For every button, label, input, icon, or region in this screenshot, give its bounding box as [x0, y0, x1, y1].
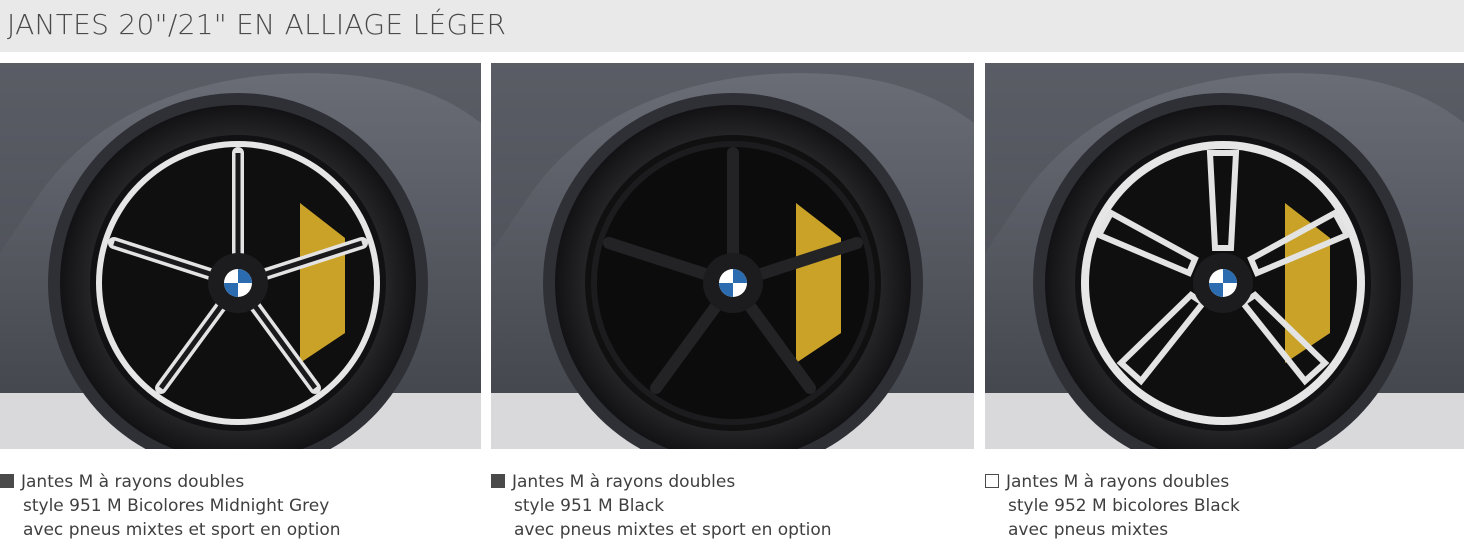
- section-header: JANTES 20"/21" EN ALLIAGE LÉGER: [0, 0, 1464, 52]
- option-caption-952-bicolor-black: Jantes M à rayons doubles style 952 M bi…: [985, 470, 1240, 542]
- option-caption-951-bicolor: Jantes M à rayons doubles style 951 M Bi…: [0, 470, 341, 542]
- standard-equipment-marker: [0, 474, 14, 488]
- caption-line-2: style 952 M bicolores Black: [1008, 496, 1240, 516]
- caption-line-2: style 951 M Bicolores Midnight Grey: [23, 496, 330, 516]
- wheel-image-952-bicolor-black: [985, 63, 1464, 449]
- caption-line-1: Jantes M à rayons doubles: [512, 472, 736, 492]
- caption-line-3: avec pneus mixtes: [1008, 520, 1169, 540]
- optional-equipment-marker: [985, 474, 999, 488]
- caption-line-2: style 951 M Black: [514, 496, 665, 516]
- caption-line-3: avec pneus mixtes et sport en option: [514, 520, 832, 540]
- caption-line-1: Jantes M à rayons doubles: [1006, 472, 1230, 492]
- caption-line-1: Jantes M à rayons doubles: [21, 472, 245, 492]
- wheel-image-951-bicolor: [0, 63, 481, 449]
- caption-line-3: avec pneus mixtes et sport en option: [23, 520, 341, 540]
- option-caption-951-black: Jantes M à rayons doubles style 951 M Bl…: [491, 470, 832, 542]
- standard-equipment-marker: [491, 474, 505, 488]
- wheel-image-951-black: [491, 63, 974, 449]
- section-title: JANTES 20"/21" EN ALLIAGE LÉGER: [7, 8, 507, 41]
